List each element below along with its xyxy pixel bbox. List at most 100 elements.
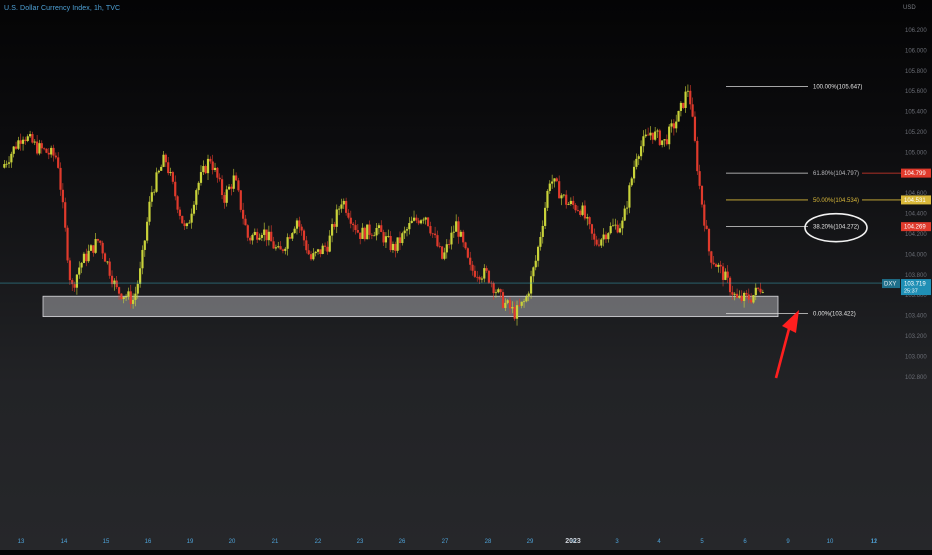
candle-body [43, 148, 46, 150]
candle-body [438, 246, 441, 247]
candle-body [719, 264, 722, 267]
candle-body [471, 264, 474, 271]
candle-body [82, 253, 86, 263]
candle-body [750, 299, 753, 303]
candle-body [419, 220, 423, 224]
candle-body [621, 220, 624, 229]
candle-body [513, 306, 516, 319]
candle-body [164, 154, 167, 163]
candle-body [534, 260, 537, 268]
y-tick-label: 104.200 [905, 232, 927, 238]
candle-body [429, 226, 432, 234]
candle-body [284, 248, 287, 251]
candle-body [366, 224, 369, 240]
candle-body [424, 217, 427, 220]
candle-body [61, 189, 64, 203]
candle-body [199, 172, 203, 183]
candle-body [47, 152, 50, 155]
candle-body [162, 154, 165, 167]
candle-body [68, 260, 71, 281]
candle-body [593, 233, 596, 240]
candle-body [17, 140, 20, 149]
candle-body [71, 280, 74, 285]
candle-body [195, 190, 198, 205]
candle-body [649, 132, 652, 136]
y-tick-label: 103.200 [905, 334, 927, 340]
candle-body [94, 239, 97, 253]
candle-body [705, 225, 708, 229]
candle-body [637, 156, 640, 159]
candle-body [431, 233, 434, 235]
candle-body [265, 229, 268, 241]
candle-body [92, 245, 95, 253]
candle-body [10, 153, 13, 163]
candle-body [661, 140, 664, 145]
candle-body [426, 217, 430, 227]
candle-body [225, 189, 228, 203]
candle-body [665, 139, 668, 145]
candle-body [314, 251, 317, 254]
candle-body [579, 210, 582, 215]
candle-body [499, 289, 502, 293]
candle-body [396, 237, 399, 251]
candle-body [618, 228, 622, 233]
candle-body [586, 217, 589, 219]
candle-body [338, 208, 341, 210]
candle-body [401, 233, 404, 244]
x-tick-label: 20 [229, 539, 236, 545]
candle-body [712, 262, 715, 265]
candle-body [377, 225, 381, 228]
candle-body [607, 233, 610, 240]
chart-area[interactable]: U.S. Dollar Currency Index, 1h, TVC USD … [0, 0, 932, 550]
candle-body [728, 277, 732, 293]
candle-body [54, 155, 57, 158]
candle-body [609, 226, 612, 234]
candle-body [452, 231, 455, 233]
candle-body [738, 295, 741, 298]
candle-body [546, 190, 549, 208]
candle-body [412, 217, 416, 221]
candle-body [558, 181, 561, 199]
candle-body [602, 234, 605, 240]
candle-body [155, 172, 158, 192]
candle-body [349, 217, 352, 224]
candle-body [679, 102, 682, 111]
price-chart[interactable]: 106.200 106.000 105.800 105.600 105.400 105.2… [0, 0, 932, 550]
candle-body [258, 237, 261, 240]
candle-body [459, 231, 462, 237]
candle-body [492, 283, 495, 294]
candle-body [202, 166, 205, 173]
candle-body [286, 237, 289, 249]
candle-body [57, 157, 60, 168]
candle-body [281, 249, 285, 251]
candle-body [146, 221, 149, 241]
x-tick-label: 10 [827, 539, 834, 545]
candle-body [693, 116, 697, 141]
candle-body [483, 268, 486, 279]
candle-body [167, 162, 170, 174]
candle-body [560, 195, 563, 199]
candle-body [462, 231, 465, 243]
candle-body [581, 205, 584, 215]
candle-body [703, 204, 706, 226]
candle-body [485, 268, 488, 271]
candle-body [632, 166, 636, 179]
candle-body [323, 245, 327, 247]
candle-body [464, 242, 467, 249]
candle-body [562, 194, 565, 196]
candle-body [520, 301, 523, 306]
candle-body [658, 130, 661, 145]
candle-body [410, 220, 413, 224]
y-tick-label: 103.400 [905, 314, 927, 320]
candle-body [691, 104, 694, 117]
candle-body [476, 276, 479, 278]
x-tick-label: 9 [786, 539, 790, 545]
candle-body [398, 237, 402, 244]
candle-body [588, 217, 591, 225]
candle-body [368, 224, 371, 235]
candle-body [527, 293, 530, 297]
candle-body [555, 178, 558, 182]
candle-body [136, 283, 139, 294]
countdown-value: 25:37 [904, 289, 918, 295]
fib-price-value: 104.531 [904, 198, 926, 204]
